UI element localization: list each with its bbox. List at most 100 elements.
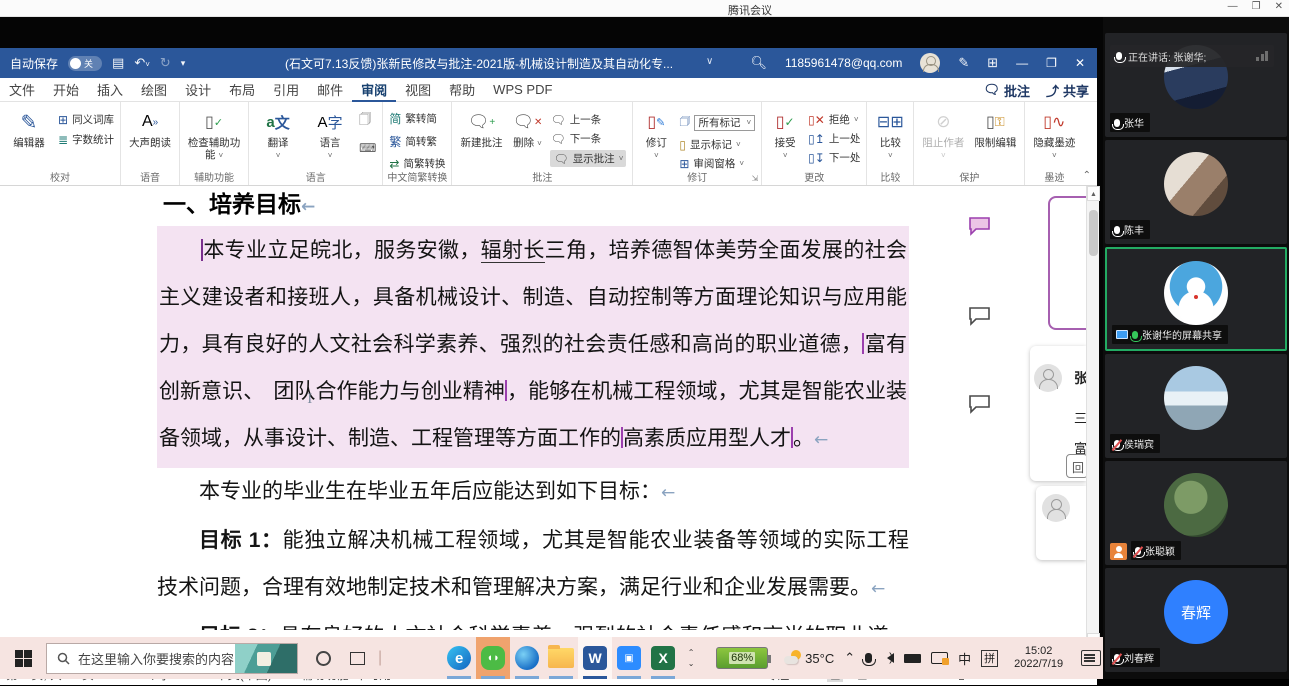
comment-card-clipped[interactable]: 张 三 富 回 [1030, 346, 1086, 481]
compare-button[interactable]: ⊟⊞ 比较 ˅ [873, 106, 907, 162]
participant-tile[interactable]: 侯瑞宾 [1105, 354, 1287, 458]
ime-mode-indicator[interactable]: 拼 [981, 649, 999, 667]
next-comment-button[interactable]: 🗨︎ 下一条 [550, 131, 626, 146]
hidden-icons-chevron[interactable]: ⌃ [844, 650, 855, 666]
new-comment-mini-icon[interactable]: 🗍︎ [359, 110, 376, 131]
taskbar-edge[interactable]: e [442, 637, 476, 679]
meeting-minimize-button[interactable]: — [1228, 1, 1238, 12]
keyboard-icon[interactable]: ⌨︎ [359, 141, 376, 155]
start-button[interactable] [0, 637, 46, 679]
undo-icon[interactable]: ↶˅ [134, 55, 150, 71]
tab-help[interactable]: 帮助 [440, 77, 484, 102]
comment-bubble-icon-active[interactable] [968, 216, 992, 236]
simplified-to-traditional-button[interactable]: 繁简转繁 [389, 133, 445, 150]
autosave-toggle[interactable]: 关 [68, 55, 103, 71]
all-markup-dropdown[interactable]: 🗇︎ 所有标记 ˅ [679, 112, 756, 133]
quick-access-dropdown-icon[interactable]: ▾ [181, 58, 186, 69]
tray-display-icon[interactable] [931, 652, 950, 665]
language-button[interactable]: A字 语言 ˅ [307, 106, 353, 162]
battery-widget[interactable]: 68% [716, 647, 772, 669]
taskbar-excel[interactable]: X [646, 637, 680, 679]
thesaurus-button[interactable]: ⊞ 同义词库 [58, 112, 114, 127]
show-comments-button[interactable]: 🗨︎ 显示批注 ˅ [550, 150, 627, 167]
taskbar-clock[interactable]: 15:02 2022/7/19 [1014, 645, 1063, 671]
taskbar-overflow-arrows[interactable]: ⌃ ⌄ [680, 648, 702, 668]
weather-widget[interactable]: 35°C [784, 650, 834, 666]
accept-button[interactable]: ▯ ✓ 接受 ˅ [768, 106, 802, 162]
comment-card-active-clipped[interactable] [1048, 196, 1086, 330]
scroll-up-icon[interactable]: ▲ [1087, 186, 1100, 201]
tab-design[interactable]: 设计 [176, 77, 220, 102]
share-button[interactable]: ⤴ 共享 [1046, 81, 1089, 100]
comment-bubble-icon[interactable] [968, 306, 992, 326]
participant-tile[interactable]: 陈丰 [1105, 140, 1287, 244]
participant-tile-screen-share[interactable]: 张谢华的屏幕共享 [1105, 247, 1287, 351]
participant-tile[interactable]: 春辉 刘春辉 [1105, 568, 1287, 672]
taskbar-word[interactable]: W [578, 637, 613, 679]
cortana-button[interactable] [306, 637, 340, 679]
comment-reply-box[interactable]: 回 [1066, 454, 1086, 478]
show-markup-dropdown[interactable]: ▯ 显示标记 ˅ [679, 137, 755, 152]
ink-pen-icon[interactable]: ✎ [958, 55, 969, 71]
previous-change-button[interactable]: ▯↥ 上一处 [808, 131, 860, 146]
vertical-scrollbar[interactable]: ▲ ▼ [1086, 186, 1100, 648]
document-canvas[interactable]: 一、培养目标← 本专业立足皖北，服务安徽，辐射长三角，培养德智体美劳全面发展的社会… [0, 186, 1086, 648]
word-minimize-button[interactable]: — [1016, 56, 1028, 70]
translate-button[interactable]: a文 翻译 ˅ [255, 106, 301, 162]
action-center-icon[interactable] [1081, 650, 1102, 666]
reject-dropdown[interactable]: ▯✕ 拒绝 ˅ [808, 112, 860, 127]
hide-ink-icon: ▯∿ [1043, 114, 1066, 131]
tray-battery-icon[interactable] [904, 653, 922, 663]
meeting-close-button[interactable]: ✕ [1275, 1, 1283, 12]
tab-wps-pdf[interactable]: WPS PDF [484, 79, 561, 100]
taskbar-meeting-app[interactable]: ▣ [612, 637, 646, 679]
comments-button[interactable]: 🗨︎ 批注 [983, 81, 1030, 100]
word-close-button[interactable]: ✕ [1075, 56, 1085, 70]
track-changes-button[interactable]: ▯ ✎ 修订 ˅ [639, 106, 673, 162]
tray-microphone-icon[interactable] [862, 653, 877, 666]
new-comment-button[interactable]: 🗨︎ + 新建批注 [458, 106, 504, 149]
taskbar-wechat[interactable]: ◖◗ [476, 637, 511, 679]
word-count-button[interactable]: ≣ 字数统计 [58, 132, 114, 147]
hide-ink-button[interactable]: ▯∿ 隐藏墨迹 ˅ [1031, 106, 1077, 162]
taskbar-search-box[interactable]: 在这里输入你要搜索的内容 [46, 642, 298, 674]
title-dropdown-icon[interactable]: ∨ [706, 56, 713, 67]
tab-insert[interactable]: 插入 [88, 77, 132, 102]
task-view-button[interactable] [340, 637, 374, 679]
tab-layout[interactable]: 布局 [220, 77, 264, 102]
account-avatar[interactable] [920, 53, 941, 73]
comment-bubble-icon[interactable] [968, 394, 992, 414]
ime-language-indicator[interactable]: 中 [958, 649, 971, 668]
traditional-to-simplified-button[interactable]: 简繁转简 [389, 110, 445, 127]
meeting-restore-button[interactable]: ❐ [1252, 1, 1261, 12]
word-restore-button[interactable]: ❐ [1046, 56, 1057, 70]
next-change-button[interactable]: ▯↧ 下一处 [808, 150, 860, 165]
tab-review[interactable]: 审阅 [352, 77, 397, 103]
tab-home[interactable]: 开始 [44, 77, 88, 102]
ribbon-display-options-icon[interactable]: ⊞ [987, 55, 998, 71]
tab-mailings[interactable]: 邮件 [308, 77, 352, 102]
vertical-scroll-thumb[interactable] [1089, 210, 1098, 256]
collapse-ribbon-icon[interactable]: ⌃ [1083, 170, 1091, 181]
search-highlight-image[interactable] [235, 643, 297, 673]
redo-icon[interactable]: ↻ [160, 55, 171, 71]
search-icon[interactable]: 🔍︎ [750, 55, 767, 71]
taskbar-file-explorer[interactable] [544, 637, 578, 679]
previous-comment-button[interactable]: 🗨︎ 上一条 [550, 112, 626, 127]
tracking-dialog-launcher-icon[interactable]: ⇲ [751, 174, 758, 183]
tab-references[interactable]: 引用 [264, 77, 308, 102]
editor-button[interactable]: ✎ 编辑器 [6, 106, 52, 150]
save-icon[interactable]: ▤ [112, 55, 124, 71]
restrict-editing-button[interactable]: ▯ ⚿︎ 限制编辑 [972, 106, 1018, 149]
taskbar-browser[interactable] [510, 637, 544, 679]
tab-view[interactable]: 视图 [396, 77, 440, 102]
comment-card-clipped[interactable] [1036, 486, 1086, 560]
participant-tile[interactable]: 张聪颖 [1105, 461, 1287, 565]
tab-file[interactable]: 文件 [0, 77, 44, 102]
tab-draw[interactable]: 绘图 [132, 77, 176, 102]
tray-speaker-icon[interactable] [882, 650, 895, 664]
account-email[interactable]: 1185961478@qq.com [785, 56, 902, 70]
check-accessibility-button[interactable]: ▯ ✓ 检查辅助功能 ˅ [186, 106, 242, 162]
read-aloud-button[interactable]: A» 大声朗读 [127, 106, 173, 149]
delete-comment-button[interactable]: 🗨︎ ✕ 删除 ˅ [510, 106, 544, 150]
